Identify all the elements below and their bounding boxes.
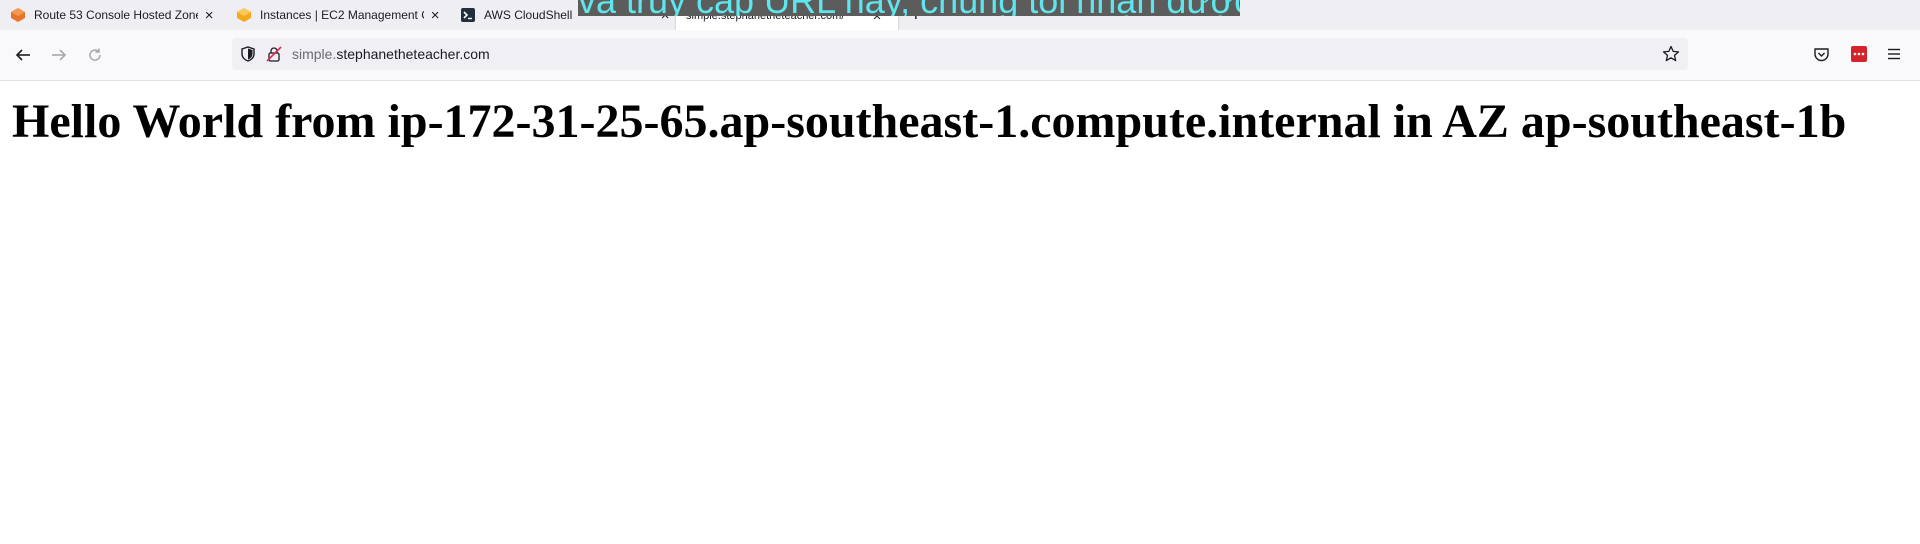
tab-ec2[interactable]: Instances | EC2 Management Co ×: [236, 0, 442, 30]
reload-button[interactable]: [83, 43, 107, 67]
hamburger-menu-icon[interactable]: [1886, 46, 1902, 67]
close-icon[interactable]: ×: [428, 8, 442, 23]
url-domain: stephanetheteacher.com: [336, 46, 490, 62]
terminal-icon: [460, 7, 476, 23]
ec2-icon: [236, 7, 252, 23]
back-button[interactable]: [11, 43, 35, 67]
video-subtitle: và truy cập URL này, chúng tôi nhận được: [578, 0, 1240, 16]
arrow-right-icon: [52, 49, 67, 61]
bookmark-star-icon[interactable]: [1662, 45, 1680, 68]
tracking-protection-icon[interactable]: [240, 46, 256, 67]
tab-strip: Route 53 Console Hosted Zones × Instance…: [0, 0, 1920, 30]
arrow-left-icon: [15, 49, 30, 61]
url-subdomain: simple.: [292, 46, 337, 62]
pocket-icon[interactable]: [1813, 46, 1830, 68]
tab-label: Instances | EC2 Management Co: [260, 8, 425, 22]
page-heading: Hello World from ip-172-31-25-65.ap-sout…: [12, 95, 1847, 148]
route53-icon: [10, 7, 26, 23]
reload-icon: [89, 48, 101, 61]
navigation-toolbar: simple.stephanetheteacher.com: [0, 30, 1920, 81]
extension-icon[interactable]: [1850, 45, 1868, 68]
url-text[interactable]: simple.stephanetheteacher.com: [292, 38, 490, 70]
close-icon[interactable]: ×: [202, 8, 216, 23]
insecure-lock-icon[interactable]: [266, 46, 282, 67]
address-bar[interactable]: simple.stephanetheteacher.com: [232, 38, 1688, 70]
forward-button[interactable]: [47, 43, 71, 67]
tab-label: Route 53 Console Hosted Zones: [34, 8, 199, 22]
tab-route53[interactable]: Route 53 Console Hosted Zones ×: [10, 0, 216, 30]
web-page-content: Hello World from ip-172-31-25-65.ap-sout…: [0, 81, 1920, 544]
